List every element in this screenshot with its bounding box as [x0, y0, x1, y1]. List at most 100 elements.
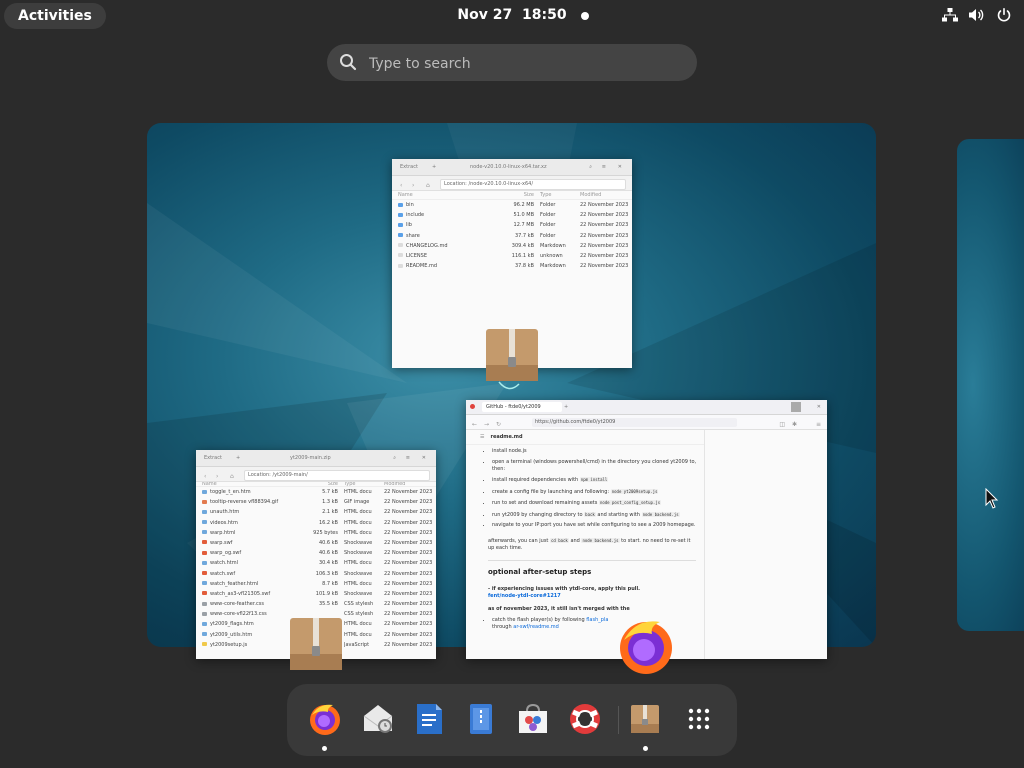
add-icon[interactable]: +	[236, 450, 240, 466]
menu-icon[interactable]: ≡	[406, 450, 410, 466]
file-name: share	[406, 232, 420, 239]
file-row[interactable]: lib 12.7 MB Folder 22 November 2023	[392, 220, 632, 230]
file-modified: 22 November 2023	[384, 570, 433, 577]
dash-text-editor[interactable]	[464, 702, 498, 736]
window-controls[interactable]	[791, 402, 801, 412]
setup-step: install required dependencies with npm i…	[492, 476, 704, 484]
tab-github[interactable]: GitHub - ftde0/yt2009	[482, 402, 562, 412]
volume-icon[interactable]	[968, 7, 986, 23]
clock-date[interactable]: Nov 27	[457, 7, 512, 23]
search-icon[interactable]: ⌕	[589, 159, 592, 175]
close-icon[interactable]: ✕	[422, 450, 426, 466]
power-icon[interactable]	[996, 7, 1012, 23]
activities-button[interactable]: Activities	[4, 3, 106, 29]
file-icon	[202, 530, 207, 535]
file-row[interactable]: warp.html 925 bytes HTML docu 22 November 2…	[196, 528, 436, 538]
file-size: 35.5 kB	[318, 601, 338, 608]
file-size: 40.6 kB	[318, 539, 338, 546]
dash-archive-manager[interactable]	[628, 702, 662, 736]
search-bar[interactable]	[327, 44, 697, 83]
location-bar: ‹ › ⌂ Location: /node-v20.10.0-linux-x64…	[392, 176, 632, 191]
window-title: yt2009-main.zip	[290, 455, 331, 461]
setup-step: open a terminal (windows powershell/cmd)…	[492, 459, 704, 473]
search-icon[interactable]: ⌕	[393, 450, 396, 466]
file-modified: 22 November 2023	[384, 580, 433, 587]
file-row[interactable]: CHANGELOG.md 309.4 kB Markdown 22 November …	[392, 241, 632, 251]
file-row[interactable]: LICENSE 116.1 kB unknown 22 November 2023	[392, 251, 632, 261]
file-modified: 22 November 2023	[384, 529, 433, 536]
app-grid-icon[interactable]	[682, 702, 716, 736]
dash-help[interactable]	[568, 702, 602, 736]
dash-software[interactable]	[516, 702, 550, 736]
file-name: videos.htm	[210, 519, 238, 526]
flash-link[interactable]: flash_pla	[586, 617, 608, 623]
file-row[interactable]: watch_feather.html 8.7 kB HTML docu 22 Nove…	[196, 579, 436, 589]
file-row[interactable]: unauth.htm 2.1 kB HTML docu 22 November 202…	[196, 507, 436, 517]
file-row[interactable]: tooltip-reverse vfl88394.gif 1.3 kB GIF im…	[196, 497, 436, 507]
close-icon[interactable]	[470, 404, 475, 409]
close-icon[interactable]: ✕	[618, 159, 622, 175]
url-bar[interactable]: https://github.com/ftde0/yt2009	[532, 418, 737, 427]
location-field[interactable]: Location: /yt2009-main/	[244, 470, 430, 481]
location-field[interactable]: Location: /node-v20.10.0-linux-x64/	[440, 179, 626, 190]
network-wired-icon[interactable]	[942, 7, 958, 23]
extensions-icon[interactable]: ✱	[792, 418, 797, 432]
file-type: HTML docu	[344, 519, 372, 526]
pocket-icon[interactable]: ◫	[779, 418, 785, 432]
file-name: yt2009setup.js	[210, 641, 248, 648]
loading-spinner	[498, 381, 520, 390]
location-bar: ‹ › ⌂ Location: /yt2009-main/	[196, 467, 436, 482]
dash-firefox[interactable]	[308, 702, 342, 736]
file-row[interactable]: videos.htm 16.2 kB HTML docu 22 November 20…	[196, 518, 436, 528]
list-icon[interactable]: ☰	[480, 434, 484, 440]
extract-button[interactable]: Extract	[400, 159, 418, 175]
clock: Nov 27 18:50	[0, 0, 1024, 31]
extract-button[interactable]: Extract	[204, 450, 222, 466]
file-size: 37.8 kB	[514, 263, 534, 270]
new-tab-button[interactable]: +	[564, 400, 568, 414]
file-size: 5.7 kB	[322, 489, 338, 495]
menu-icon[interactable]: ≡	[602, 159, 606, 175]
file-name: tooltip-reverse vfl88394.gif	[210, 499, 279, 506]
file-modified: 22 November 2023	[580, 212, 629, 219]
file-modified: 22 November 2023	[384, 489, 433, 495]
file-modified: 22 November 2023	[384, 539, 433, 546]
file-name: yt2009_utils.htm	[210, 631, 253, 638]
file-row[interactable]: toggle_t_en.htm 5.7 kB HTML docu 22 Novembe…	[196, 487, 436, 497]
file-row[interactable]: include 51.0 MB Folder 22 November 2023	[392, 210, 632, 220]
file-icon	[202, 540, 207, 545]
running-indicator	[322, 746, 327, 751]
dash-writer[interactable]	[412, 702, 446, 736]
nav-toolbar: ← → ↻ https://github.com/ftde0/yt2009 ◫ …	[466, 415, 827, 430]
headerbar: Extract + node-v20.10.0-linux-x64.tar.xz…	[392, 159, 632, 176]
file-row[interactable]: warp_og.swf 40.6 kB Shockwave 22 November 2…	[196, 548, 436, 558]
file-icon	[398, 243, 403, 248]
file-row[interactable]: README.md 37.8 kB Markdown 22 November 2023	[392, 261, 632, 271]
file-modified: 22 November 2023	[580, 242, 629, 249]
dash-mail[interactable]	[361, 702, 395, 736]
file-list: bin 96.2 MB Folder 22 November 2023 include 5…	[392, 200, 632, 271]
search-input[interactable]	[367, 44, 681, 83]
system-tray[interactable]	[942, 7, 1012, 23]
column-headers: Name Size Type Modified	[392, 191, 632, 200]
setup-step: run yt2009 by changing directory to back…	[492, 511, 704, 519]
file-size: 30.4 kB	[318, 560, 338, 567]
menu-icon[interactable]: ≡	[816, 418, 821, 432]
file-type: Shockwave	[344, 590, 373, 597]
file-row[interactable]: share 37.7 kB Folder 22 November 2023	[392, 231, 632, 241]
file-row[interactable]: www-core-feather.css 35.5 kB CSS stylesh 22…	[196, 599, 436, 609]
readme-link[interactable]: ar-swf/readme.md	[513, 624, 559, 630]
file-row[interactable]: warp.swf 40.6 kB Shockwave 22 November 2023	[196, 538, 436, 548]
add-icon[interactable]: +	[432, 159, 436, 175]
clock-time[interactable]: 18:50	[522, 7, 567, 23]
file-row[interactable]: watch_as3-vfl21305.swf 101.9 kB Shockwave 2…	[196, 589, 436, 599]
file-row[interactable]: bin 96.2 MB Folder 22 November 2023	[392, 200, 632, 210]
file-row[interactable]: watch.swf 106.3 kB Shockwave 22 November 20…	[196, 569, 436, 579]
file-size: 2.1 kB	[322, 509, 338, 516]
workspace-thumbnail-next[interactable]	[957, 139, 1024, 631]
file-type: HTML docu	[344, 621, 372, 628]
close-window-icon[interactable]: ✕	[817, 400, 821, 414]
archive-manager-icon	[486, 329, 538, 381]
file-row[interactable]: watch.html 30.4 kB HTML docu 22 November 20…	[196, 558, 436, 568]
pr-link[interactable]: fent/node-ytdl-core#1217	[488, 593, 561, 599]
